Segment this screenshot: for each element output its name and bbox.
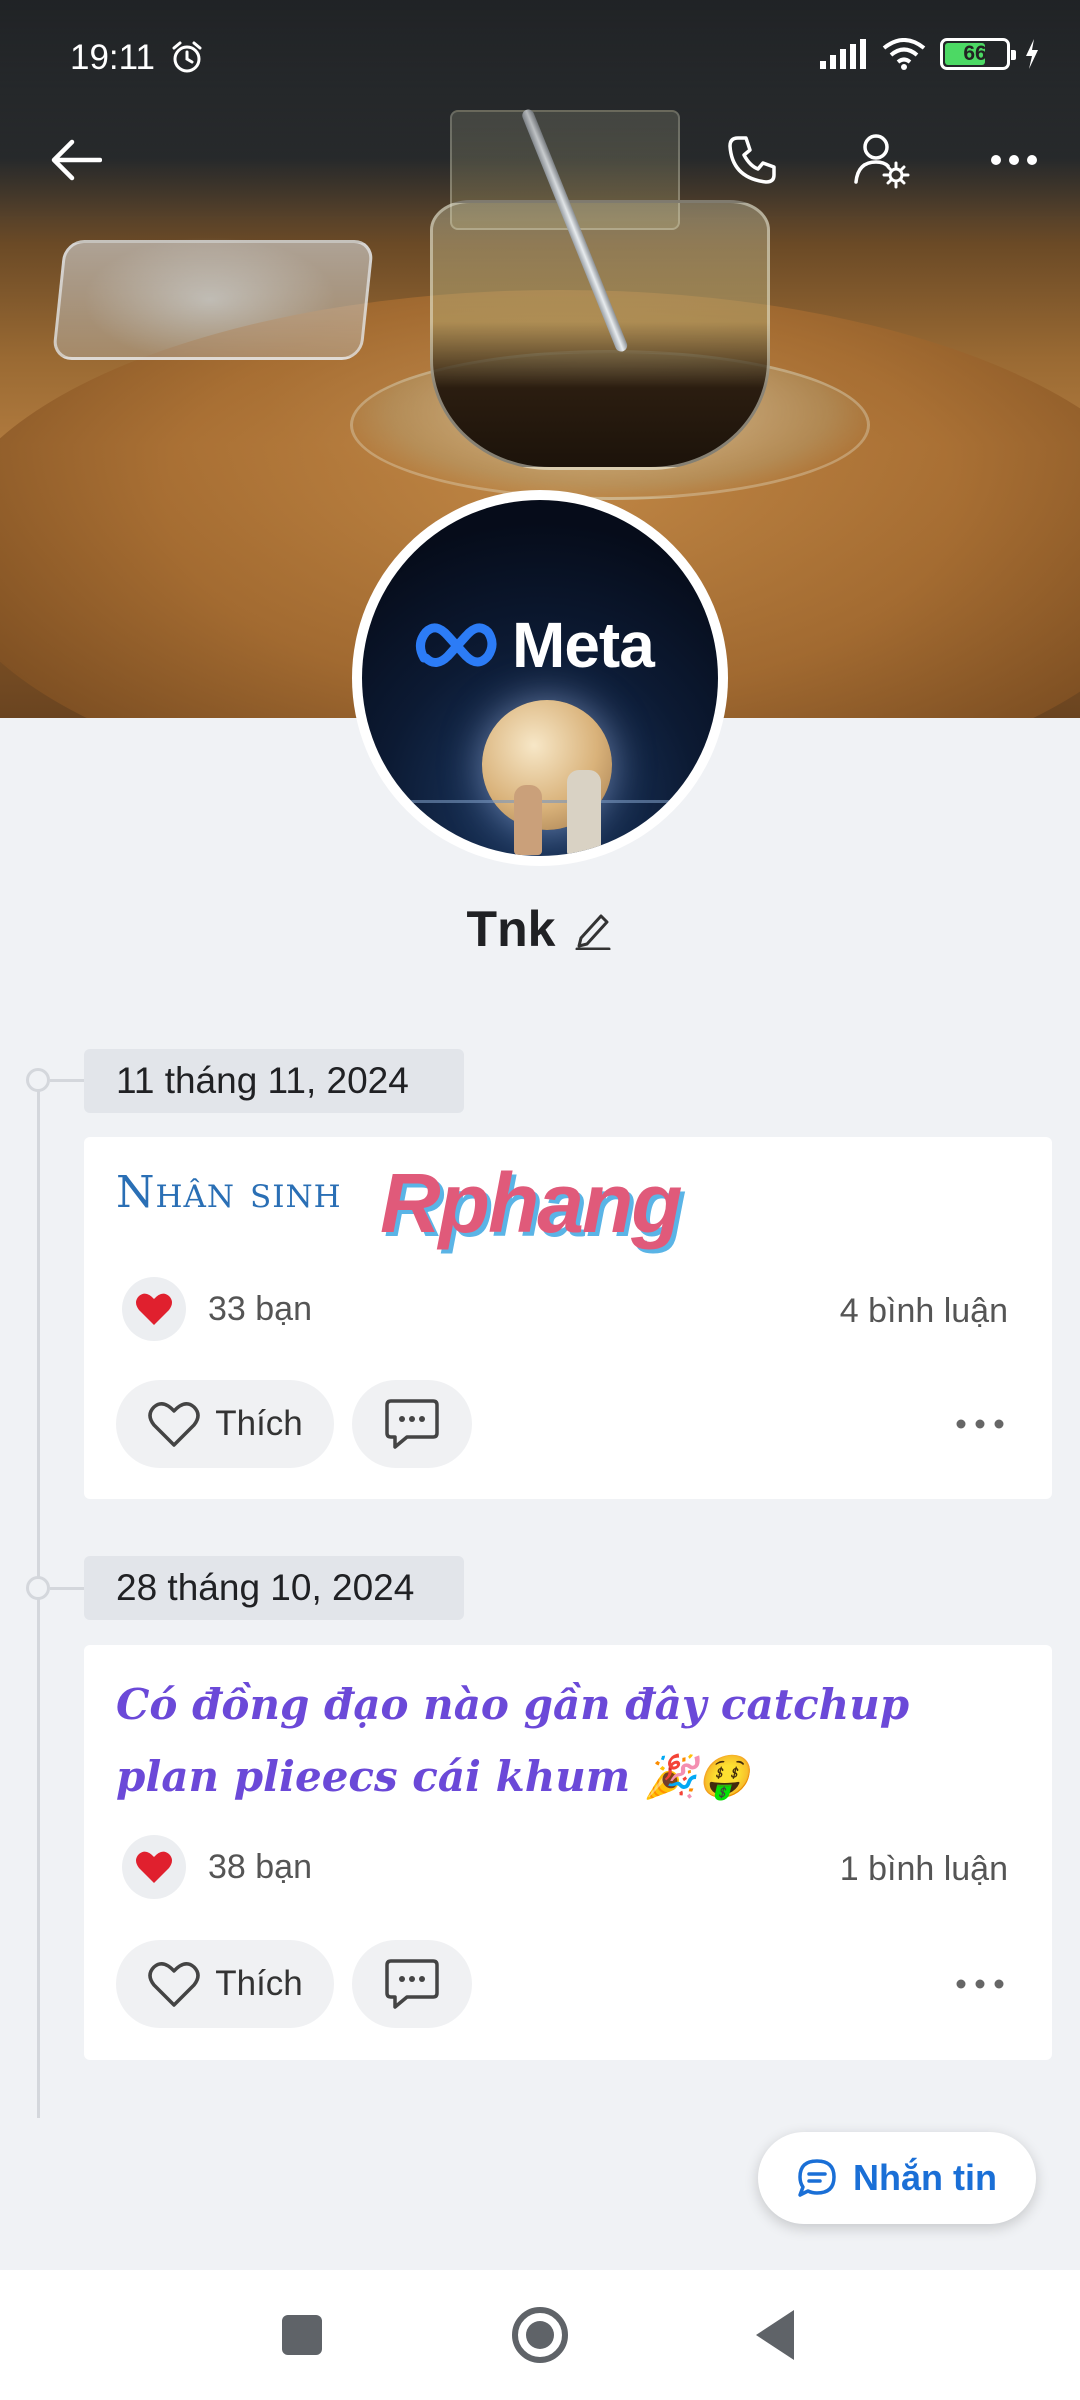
avatar-logo-text: Meta — [512, 609, 655, 681]
more-icon — [956, 1419, 1004, 1429]
post-date: 28 tháng 10, 2024 — [84, 1556, 464, 1620]
comment-button[interactable] — [352, 1380, 472, 1468]
comment-icon — [385, 1399, 439, 1449]
like-label: Thích — [215, 1964, 303, 2003]
heart-outline-icon — [148, 1962, 200, 2007]
heart-outline-icon — [148, 1402, 200, 1447]
like-button[interactable]: Thích — [116, 1940, 334, 2028]
post-more-button[interactable] — [940, 1384, 1020, 1464]
post-text: Nhân sinh — [116, 1167, 342, 1218]
call-button[interactable] — [712, 120, 792, 200]
reaction-count: 33 bạn — [208, 1289, 312, 1328]
like-label: Thích — [215, 1404, 303, 1443]
charging-icon — [1026, 39, 1038, 69]
post-text: Có đồng đạo nào gần đây catchup plan pli… — [116, 1680, 910, 1801]
cover-cup — [430, 200, 770, 470]
post-card[interactable]: Có đồng đạo nào gần đây catchup plan pli… — [84, 1645, 1052, 2060]
timeline-dot — [26, 1068, 50, 1092]
heart-reaction — [122, 1277, 186, 1341]
message-button[interactable]: Nhắn tin — [758, 2132, 1036, 2224]
reaction-summary[interactable]: 33 bạn — [122, 1277, 312, 1341]
heart-icon — [136, 1293, 172, 1325]
heart-icon — [136, 1851, 172, 1883]
avatar[interactable]: Meta — [352, 490, 728, 866]
timeline-connector — [50, 1079, 84, 1082]
post-sticker: Rphang — [380, 1156, 683, 1250]
message-label: Nhắn tin — [853, 2157, 997, 2198]
status-time: 19:11 — [70, 38, 155, 77]
recent-apps-button[interactable] — [282, 2315, 322, 2355]
comment-button[interactable] — [352, 1940, 472, 2028]
chat-icon — [798, 2159, 836, 2197]
avatar-person — [567, 770, 601, 856]
avatar-person — [514, 785, 542, 855]
home-button[interactable] — [512, 2307, 568, 2363]
more-icon — [956, 1979, 1004, 1989]
profile-name-row: Tnk — [0, 900, 1080, 958]
more-icon — [991, 155, 1037, 165]
edit-pencil-icon[interactable] — [573, 908, 613, 950]
wifi-icon — [882, 38, 926, 70]
comment-count[interactable]: 4 bình luận — [840, 1292, 1008, 1331]
phone-icon — [728, 136, 776, 184]
alarm-icon — [172, 41, 202, 73]
system-back-button[interactable] — [756, 2310, 794, 2360]
back-button[interactable] — [36, 120, 116, 200]
profile-name: Tnk — [466, 901, 556, 957]
signal-icon — [820, 39, 866, 69]
battery-level: 66 — [963, 42, 987, 65]
status-bar: 19:11 66 — [0, 0, 1080, 120]
heart-reaction — [122, 1835, 186, 1899]
meta-logo-icon — [416, 623, 497, 667]
cover-ashtray — [51, 240, 375, 360]
comment-icon — [385, 1959, 439, 2009]
reaction-summary[interactable]: 38 bạn — [122, 1835, 312, 1899]
timeline-dot — [26, 1576, 50, 1600]
more-options-button[interactable] — [974, 120, 1054, 200]
post-card[interactable]: Nhân sinh Rphang 33 bạn 4 bình luận Thíc… — [84, 1137, 1052, 1499]
comment-count[interactable]: 1 bình luận — [840, 1850, 1008, 1889]
post-more-button[interactable] — [940, 1944, 1020, 2024]
reaction-count: 38 bạn — [208, 1847, 312, 1886]
battery-icon: 66 — [940, 38, 1016, 70]
back-arrow-icon — [51, 139, 102, 181]
timeline-connector — [50, 1587, 84, 1590]
like-button[interactable]: Thích — [116, 1380, 334, 1468]
post-date: 11 tháng 11, 2024 — [84, 1049, 464, 1113]
profile-settings-button[interactable] — [842, 120, 922, 200]
user-settings-icon — [854, 134, 910, 189]
system-nav-bar — [0, 2270, 1080, 2400]
